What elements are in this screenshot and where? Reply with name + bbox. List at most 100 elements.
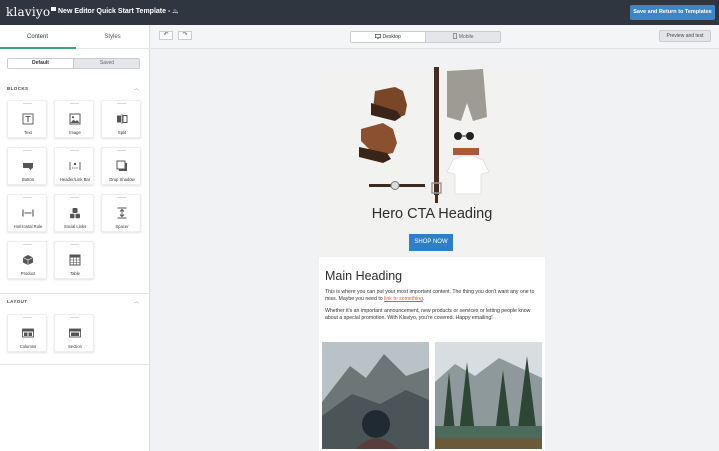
block-text[interactable]: Text <box>7 100 47 138</box>
block-table[interactable]: Table <box>54 241 94 279</box>
paragraph-1[interactable]: This is where you can put your most impo… <box>325 289 540 303</box>
pencil-icon[interactable]: ✎ <box>173 8 179 16</box>
tab-styles[interactable]: Styles <box>75 25 150 49</box>
social-links-icon <box>70 208 80 219</box>
block-label: Horizontal Rule <box>13 224 43 229</box>
layout-label: LAYOUT <box>7 299 28 304</box>
block-label: Social Links <box>63 224 87 229</box>
hero-block[interactable]: Hero CTA Heading SHOP NOW <box>319 67 545 257</box>
layout-section-header[interactable]: LAYOUT ︿ <box>0 295 150 309</box>
drag-handle <box>117 197 126 198</box>
drag-handle <box>23 244 32 245</box>
drag-handle <box>70 197 79 198</box>
block-label: Header/Link Bar <box>59 177 91 182</box>
block-button[interactable]: Button <box>7 147 47 185</box>
table-icon <box>69 254 81 266</box>
hero-image <box>319 67 545 257</box>
save-and-return-button[interactable]: Save and Return to Templates <box>630 5 715 20</box>
segment-default[interactable]: Default <box>8 59 74 68</box>
redo-icon: ↷ <box>182 32 188 38</box>
device-toggle: Desktop Mobile <box>350 31 501 43</box>
image-mountain-hiker[interactable] <box>322 342 429 449</box>
blocks-section-header[interactable]: BLOCKS ︿ <box>0 82 150 96</box>
mobile-label: Mobile <box>458 34 474 40</box>
drop-shadow-icon <box>116 160 127 171</box>
default-saved-toggle: Default Saved <box>7 58 140 69</box>
block-section[interactable]: Section <box>54 314 94 352</box>
drag-handle <box>23 103 32 104</box>
editor-toolbar: ↶ ↷ Desktop Mobile Preview and test <box>151 25 719 49</box>
mobile-icon <box>453 32 458 39</box>
mobile-view-button[interactable]: Mobile <box>426 32 501 42</box>
block-label: Columns <box>19 344 37 349</box>
template-title[interactable]: New Editor Quick Start Template - ... <box>58 8 178 15</box>
mountain-photo <box>322 342 429 449</box>
text-icon <box>22 113 34 125</box>
paragraph-1-text: This is where you can put your most impo… <box>325 289 535 302</box>
horizontal-rule-icon <box>22 209 34 217</box>
preview-and-test-button[interactable]: Preview and test <box>659 30 711 42</box>
block-label: Drop Shadow <box>109 177 135 182</box>
block-spacer[interactable]: Spacer <box>101 194 141 232</box>
drag-handle <box>23 317 32 318</box>
chevron-up-icon[interactable]: ︿ <box>134 298 139 305</box>
chevron-up-icon[interactable]: ︿ <box>134 85 139 92</box>
block-label: Product <box>20 271 36 276</box>
drag-handle <box>70 244 79 245</box>
top-bar: klaviyo New Editor Quick Start Template … <box>0 0 719 25</box>
block-label: Image <box>69 130 81 135</box>
logo-flag-icon <box>51 7 57 11</box>
section-icon <box>69 328 81 338</box>
hero-heading[interactable]: Hero CTA Heading <box>319 206 545 222</box>
paragraph-1-end: . <box>423 296 425 302</box>
desktop-label: Desktop <box>382 34 401 40</box>
image-forest-lake[interactable] <box>435 342 542 449</box>
drag-handle <box>70 103 79 104</box>
klaviyo-logo[interactable]: klaviyo <box>6 5 57 19</box>
block-social-links[interactable]: Social Links <box>54 194 94 232</box>
blocks-label: BLOCKS <box>7 86 29 91</box>
header-link-bar-icon <box>69 162 81 170</box>
tab-content[interactable]: Content <box>0 25 75 49</box>
block-drop-shadow[interactable]: Drop Shadow <box>101 147 141 185</box>
undo-icon: ↶ <box>163 32 169 38</box>
shop-now-button[interactable]: SHOP NOW <box>409 234 453 251</box>
block-label: Spacer <box>115 224 129 229</box>
block-horizontal-rule[interactable]: Horizontal Rule <box>7 194 47 232</box>
block-label: Text <box>24 130 32 135</box>
sidebar: Content Styles Default Saved BLOCKS ︿ Te… <box>0 25 150 451</box>
split-icon <box>117 114 128 124</box>
drag-handle <box>117 150 126 151</box>
block-label: Split <box>117 130 127 135</box>
main-heading[interactable]: Main Heading <box>325 269 402 283</box>
block-split[interactable]: Split <box>101 100 141 138</box>
redo-button[interactable]: ↷ <box>178 31 192 40</box>
segment-saved[interactable]: Saved <box>74 59 140 68</box>
drag-handle <box>23 150 32 151</box>
email-preview: Hero CTA Heading SHOP NOW Main Heading T… <box>319 67 545 451</box>
columns-icon <box>22 328 34 338</box>
editor-canvas: Hero CTA Heading SHOP NOW Main Heading T… <box>151 49 719 451</box>
drag-handle <box>70 317 79 318</box>
desktop-icon <box>375 33 382 39</box>
image-icon <box>69 113 81 125</box>
section-divider <box>0 364 150 365</box>
desktop-view-button[interactable]: Desktop <box>351 32 426 42</box>
button-icon <box>23 163 33 171</box>
block-label: Button <box>21 177 35 182</box>
forest-photo <box>435 342 542 449</box>
block-image[interactable]: Image <box>54 100 94 138</box>
block-header-link-bar[interactable]: Header/Link Bar <box>54 147 94 185</box>
block-label: Table <box>69 271 80 276</box>
drag-handle <box>117 103 126 104</box>
drag-handle <box>23 197 32 198</box>
sidebar-tabs: Content Styles <box>0 25 150 49</box>
undo-button[interactable]: ↶ <box>159 31 173 40</box>
paragraph-2[interactable]: Whether it's an important announcement, … <box>325 308 540 322</box>
spacer-icon <box>117 207 127 219</box>
block-label: Section <box>68 344 82 349</box>
section-divider <box>0 293 150 294</box>
block-product[interactable]: Product <box>7 241 47 279</box>
block-columns[interactable]: Columns <box>7 314 47 352</box>
link-to-something[interactable]: link to something <box>384 296 423 302</box>
